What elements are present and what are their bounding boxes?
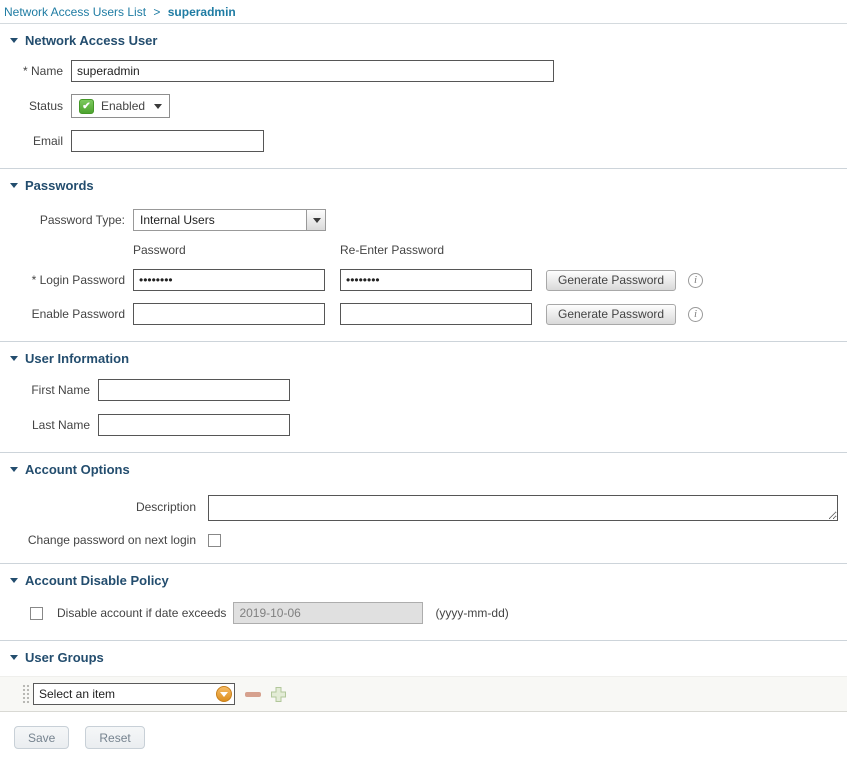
login-password-label: * Login Password: [0, 273, 125, 287]
enabled-check-icon: ✔: [79, 99, 94, 114]
change-password-label: Change password on next login: [0, 533, 196, 547]
user-group-row: Select an item: [0, 676, 847, 712]
section-title: Passwords: [25, 178, 94, 193]
section-user-information: User Information First Name Last Name: [0, 342, 847, 453]
last-name-input[interactable]: [98, 414, 290, 436]
collapse-triangle-icon: [10, 38, 18, 43]
user-group-select[interactable]: Select an item: [33, 683, 235, 705]
enable-reenter-password-input[interactable]: [340, 303, 532, 325]
password-type-value: Internal Users: [133, 209, 307, 231]
drag-handle-icon[interactable]: [22, 684, 30, 704]
section-user-groups: User Groups Select an item: [0, 641, 847, 712]
user-group-select-value: Select an item: [39, 687, 115, 701]
breadcrumb-link-users-list[interactable]: Network Access Users List: [4, 5, 146, 19]
password-column-header: Password: [133, 243, 340, 257]
combobox-dropdown-button[interactable]: [306, 209, 326, 231]
email-label: Email: [0, 134, 63, 148]
enable-password-label: Enable Password: [0, 307, 125, 321]
disable-account-checkbox[interactable]: [30, 607, 43, 620]
change-password-checkbox[interactable]: [208, 534, 221, 547]
chevron-down-icon: [154, 104, 162, 109]
section-title: User Information: [25, 351, 129, 366]
date-format-hint: (yyyy-mm-dd): [435, 606, 508, 620]
description-label: Description: [0, 500, 196, 514]
enable-password-input[interactable]: [133, 303, 325, 325]
chevron-down-icon: [313, 218, 321, 223]
login-reenter-password-input[interactable]: [340, 269, 532, 291]
disable-account-label: Disable account if date exceeds: [57, 606, 226, 620]
status-value: Enabled: [101, 99, 145, 113]
generate-enable-password-button[interactable]: Generate Password: [546, 304, 676, 325]
description-row: Description: [0, 495, 847, 521]
collapse-triangle-icon: [10, 655, 18, 660]
collapse-triangle-icon: [10, 467, 18, 472]
email-input[interactable]: [71, 130, 264, 152]
section-header-user-groups[interactable]: User Groups: [0, 649, 847, 665]
section-header-network-access-user[interactable]: Network Access User: [0, 32, 847, 48]
section-account-options: Account Options Description Change passw…: [0, 453, 847, 564]
password-type-row: Password Type: Internal Users: [0, 209, 847, 231]
name-input[interactable]: [71, 60, 554, 82]
first-name-row: First Name: [0, 379, 847, 401]
save-button[interactable]: Save: [14, 726, 69, 749]
reenter-password-column-header: Re-Enter Password: [340, 243, 444, 257]
form-footer: Save Reset: [0, 712, 847, 761]
section-header-account-options[interactable]: Account Options: [0, 461, 847, 477]
first-name-input[interactable]: [98, 379, 290, 401]
section-network-access-user: Network Access User * Name Status ✔ Enab…: [0, 24, 847, 169]
collapse-triangle-icon: [10, 183, 18, 188]
add-user-group-icon[interactable]: [270, 686, 287, 703]
reset-button[interactable]: Reset: [85, 726, 144, 749]
password-type-combobox[interactable]: Internal Users: [133, 209, 326, 231]
section-passwords: Passwords Password Type: Internal Users …: [0, 169, 847, 342]
name-row: * Name: [0, 60, 847, 82]
section-title: User Groups: [25, 650, 104, 665]
section-header-user-information[interactable]: User Information: [0, 350, 847, 366]
login-password-row: * Login Password Generate Password i: [0, 269, 847, 291]
section-account-disable-policy: Account Disable Policy Disable account i…: [0, 564, 847, 641]
info-icon[interactable]: i: [688, 307, 703, 322]
email-row: Email: [0, 130, 847, 152]
last-name-row: Last Name: [0, 414, 847, 436]
disable-account-row: Disable account if date exceeds (yyyy-mm…: [0, 602, 847, 624]
disable-date-input: [233, 602, 423, 624]
chevron-down-circle-icon: [216, 686, 232, 702]
description-textarea[interactable]: [208, 495, 838, 521]
name-label: * Name: [0, 64, 63, 78]
first-name-label: First Name: [0, 383, 90, 397]
status-row: Status ✔ Enabled: [0, 94, 847, 118]
collapse-triangle-icon: [10, 578, 18, 583]
enable-password-row: Enable Password Generate Password i: [0, 303, 847, 325]
status-label: Status: [0, 99, 63, 113]
section-header-account-disable-policy[interactable]: Account Disable Policy: [0, 572, 847, 588]
section-title: Account Disable Policy: [25, 573, 169, 588]
breadcrumb-separator: >: [153, 5, 160, 19]
last-name-label: Last Name: [0, 418, 90, 432]
section-title: Account Options: [25, 462, 130, 477]
password-column-headers: Password Re-Enter Password: [133, 243, 847, 257]
network-access-user-page: Network Access Users List > superadmin N…: [0, 0, 847, 761]
status-dropdown[interactable]: ✔ Enabled: [71, 94, 170, 118]
change-password-row: Change password on next login: [0, 533, 847, 547]
breadcrumb-current: superadmin: [168, 5, 236, 19]
password-type-label: Password Type:: [0, 213, 125, 227]
breadcrumb: Network Access Users List > superadmin: [0, 0, 847, 24]
login-password-input[interactable]: [133, 269, 325, 291]
generate-login-password-button[interactable]: Generate Password: [546, 270, 676, 291]
collapse-triangle-icon: [10, 356, 18, 361]
remove-user-group-icon[interactable]: [245, 692, 261, 697]
info-icon[interactable]: i: [688, 273, 703, 288]
section-title: Network Access User: [25, 33, 157, 48]
section-header-passwords[interactable]: Passwords: [0, 177, 847, 193]
